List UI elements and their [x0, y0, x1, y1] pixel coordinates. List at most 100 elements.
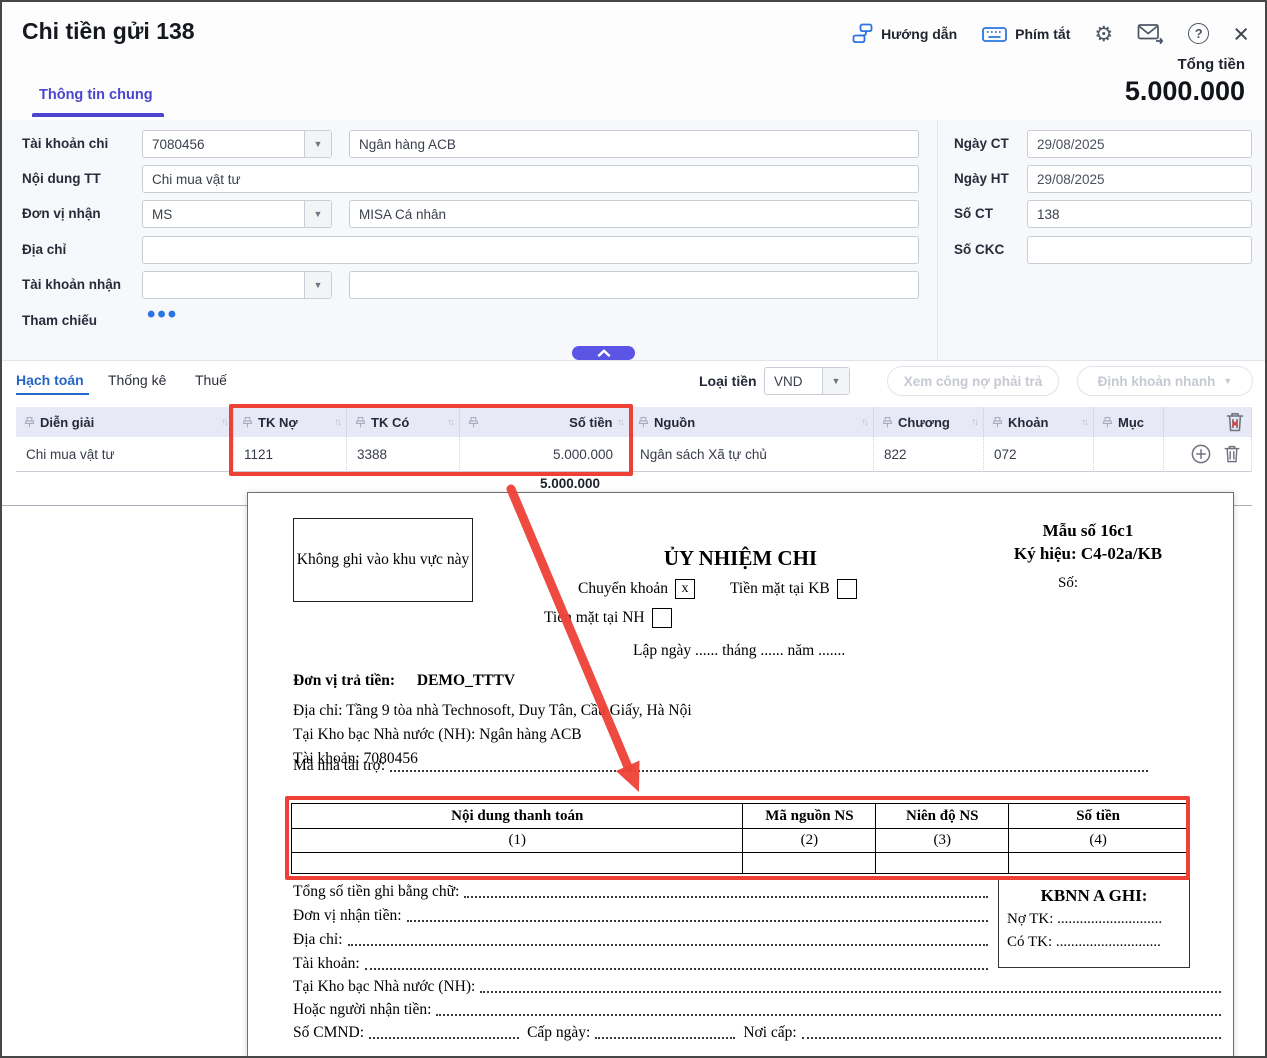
document-number-label: Số:	[988, 575, 1148, 592]
grid-col-muc[interactable]: Mục	[1094, 407, 1164, 437]
grid-total-amount: 5.000.000	[460, 476, 616, 491]
receiver-bank-line: Tại Kho bạc Nhà nước (NH):	[293, 978, 1221, 996]
grid-col-actions	[1164, 407, 1252, 437]
voucher-number-field[interactable]: 138	[1027, 200, 1252, 228]
kbnn-debit-line: Nợ TK: ............................	[1007, 909, 1189, 929]
receiver-account-line: Tài khoản:	[293, 955, 988, 973]
voucher-date-field[interactable]: 29/08/2025	[1027, 130, 1252, 158]
sort-icon[interactable]: ↑↓	[972, 417, 978, 428]
receive-account-combo[interactable]: ▼	[142, 271, 332, 299]
label-tai-khoan-chi: Tài khoản chi	[22, 136, 108, 151]
subtab-underline	[16, 393, 89, 395]
label-tham-chieu: Tham chiếu	[22, 313, 97, 328]
total-amount-block: Tổng tiền 5.000.000	[1125, 56, 1245, 107]
pin-icon[interactable]	[355, 416, 366, 429]
grid-col-so-tien[interactable]: Số tiền ↑↓	[460, 407, 630, 437]
sort-icon[interactable]: ↑↓	[618, 417, 624, 428]
cell-nguon[interactable]: Ngân sách Xã tự chủ	[630, 437, 874, 472]
ckc-number-field[interactable]	[1027, 236, 1252, 264]
payment-voucher-window: Chi tiền gửi 138 Hướng dẫn	[0, 0, 1267, 1058]
chevron-down-icon: ▼	[304, 272, 331, 298]
pin-icon[interactable]	[638, 416, 649, 429]
grid-col-khoan[interactable]: Khoản ↑↓	[984, 407, 1094, 437]
receive-account-name-field[interactable]	[349, 271, 919, 299]
payment-description-field[interactable]: Chi mua vật tư	[142, 165, 919, 193]
grid-col-tk-co[interactable]: TK Có ↑↓	[347, 407, 460, 437]
currency-label: Loại tiền	[699, 373, 757, 389]
cell-so-tien[interactable]: 5.000.000	[460, 437, 630, 472]
pin-icon[interactable]	[882, 416, 893, 429]
reference-more-button[interactable]: •••	[147, 305, 178, 325]
help-button[interactable]: ?	[1188, 23, 1209, 44]
delete-row-icon[interactable]	[1223, 444, 1241, 464]
collapse-form-button[interactable]	[572, 346, 635, 360]
label-tai-khoan-nhan: Tài khoản nhận	[22, 277, 121, 292]
label-ngay-ct: Ngày CT	[954, 136, 1009, 151]
cell-tk-no[interactable]: 1121	[234, 437, 347, 472]
label-noi-dung-tt: Nội dung TT	[22, 171, 101, 186]
header-actions: Hướng dẫn Phím tắt ⚙	[851, 22, 1249, 45]
amount-words-line: Tổng số tiền ghi bằng chữ:	[293, 883, 988, 901]
sort-icon[interactable]: ↑↓	[448, 417, 454, 428]
receiver-address-line: Địa chỉ:	[293, 931, 988, 949]
payment-order-document: Không ghi vào khu vực này ỦY NHIỆM CHI M…	[247, 492, 1234, 1058]
sort-icon[interactable]: ↑↓	[862, 417, 868, 428]
tab-thue[interactable]: Thuế	[195, 372, 227, 388]
close-button[interactable]: ×	[1233, 23, 1249, 45]
cell-tk-co[interactable]: 3388	[347, 437, 460, 472]
cell-chuong[interactable]: 822	[874, 437, 984, 472]
kbnn-box: KBNN A GHI: Nợ TK: .....................…	[998, 878, 1190, 968]
label-dia-chi: Địa chỉ	[22, 242, 66, 257]
document-date-line: Lập ngày ...... tháng ...... năm .......	[633, 642, 845, 660]
window-header: Chi tiền gửi 138 Hướng dẫn	[2, 2, 1265, 121]
sort-icon[interactable]: ↑↓	[1082, 417, 1088, 428]
chevron-down-icon: ▼	[1223, 376, 1232, 386]
add-row-icon[interactable]	[1191, 444, 1211, 464]
grid-col-dien-giai[interactable]: Diễn giải ↑↓	[16, 407, 234, 437]
pay-account-name-field[interactable]: Ngân hàng ACB	[349, 130, 919, 158]
currency-combo[interactable]: VND ▼	[764, 367, 850, 395]
settings-button[interactable]: ⚙	[1094, 23, 1113, 45]
id-card-line: Số CMND: Cấp ngày: Nơi cấp:	[293, 1024, 1221, 1042]
quick-posting-button[interactable]: Định khoản nhanh ▼	[1077, 366, 1253, 396]
pin-icon[interactable]	[24, 416, 35, 429]
tab-hach-toan[interactable]: Hạch toán	[16, 372, 84, 388]
question-icon: ?	[1188, 23, 1209, 44]
form-divider	[937, 120, 938, 360]
address-field[interactable]	[142, 236, 919, 264]
receiver-unit-name-field[interactable]: MISA Cá nhân	[349, 200, 919, 228]
receiver-unit-combo[interactable]: MS ▼	[142, 200, 332, 228]
cell-khoan[interactable]: 072	[984, 437, 1094, 472]
pin-icon[interactable]	[992, 416, 1003, 429]
send-feedback-button[interactable]	[1137, 22, 1164, 45]
label-don-vi-nhan: Đơn vị nhận	[22, 206, 101, 221]
pin-icon[interactable]	[1102, 416, 1113, 429]
flowchart-guide-icon	[851, 22, 874, 45]
sort-icon[interactable]: ↑↓	[335, 417, 341, 428]
chevron-down-icon: ▼	[304, 201, 331, 227]
tab-thong-ke[interactable]: Thống kê	[108, 372, 166, 388]
cell-actions	[1164, 437, 1252, 472]
guide-button[interactable]: Hướng dẫn	[851, 22, 957, 45]
pin-icon[interactable]	[468, 416, 479, 429]
payer-value: DEMO_TTTV	[417, 672, 515, 689]
pay-account-combo[interactable]: 7080456 ▼	[142, 130, 332, 158]
sort-icon[interactable]: ↑↓	[222, 417, 228, 428]
cell-muc[interactable]	[1094, 437, 1164, 472]
grid-col-chuong[interactable]: Chương ↑↓	[874, 407, 984, 437]
cash-nh-checkbox	[652, 608, 672, 628]
tab-general-info[interactable]: Thông tin chung	[39, 87, 153, 103]
shortcut-button[interactable]: Phím tắt	[981, 23, 1070, 45]
grid-col-nguon[interactable]: Nguồn ↑↓	[630, 407, 874, 437]
cell-dien-giai[interactable]: Chi mua vật tư	[16, 437, 234, 472]
or-receiver-line: Hoặc người nhận tiền:	[293, 1001, 1221, 1019]
delete-column-icon[interactable]	[1225, 411, 1245, 433]
posting-date-field[interactable]: 29/08/2025	[1027, 165, 1252, 193]
payer-address-line: Địa chỉ: Tầng 9 tòa nhà Technosoft, Duy …	[293, 702, 692, 720]
label-ngay-ht: Ngày HT	[954, 171, 1009, 186]
grid-col-tk-no[interactable]: TK Nợ ↑↓	[234, 407, 347, 437]
sponsor-line: Mã nhà tài trợ:	[293, 757, 1148, 775]
view-payables-button[interactable]: Xem công nợ phải trả	[887, 366, 1059, 396]
chevron-down-icon: ▼	[822, 368, 849, 394]
pin-icon[interactable]	[242, 416, 253, 429]
